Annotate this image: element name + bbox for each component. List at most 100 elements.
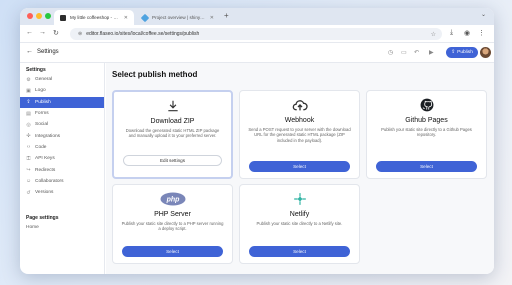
sidebar-item-publish[interactable]: ⇪ Publish — [20, 96, 104, 108]
key-icon: ⚿ — [26, 155, 31, 162]
sidebar-item-code[interactable]: ‹› Code — [20, 142, 104, 153]
gear-icon: ⚙ — [26, 76, 31, 83]
browser-tab-active[interactable]: My little coffeeshop - Pinegrow ✕ — [54, 10, 134, 25]
card-description: Publish your static site directly to a G… — [381, 127, 472, 138]
select-github-pages-button[interactable]: Select — [376, 161, 477, 172]
tab-strip: My little coffeeshop - Pinegrow ✕ Projec… — [20, 8, 494, 25]
image-icon: ▣ — [26, 87, 31, 94]
php-icon: php — [113, 192, 232, 206]
card-description: Send a POST request to your server with … — [248, 127, 351, 143]
select-netlify-button[interactable]: Select — [249, 246, 350, 257]
undo-icon[interactable]: ↶ — [414, 49, 419, 56]
main-content: Select publish method Download ZIP Downlo… — [106, 63, 494, 274]
publish-method-card-github-pages[interactable]: Github Pages Publish your static site dir… — [366, 90, 487, 179]
new-tab-icon[interactable]: + — [224, 11, 229, 20]
publish-icon: ⇪ — [451, 50, 456, 55]
sidebar-item-redirects[interactable]: ↪ Redirects — [20, 164, 104, 175]
avatar[interactable] — [480, 47, 491, 58]
close-tab-icon[interactable]: ✕ — [210, 15, 214, 21]
preview-play-icon[interactable]: ▶ — [429, 49, 434, 56]
svg-text:php: php — [165, 197, 180, 204]
url-text: editor.flaseo.io/sites/local/coffee.se/s… — [86, 31, 200, 37]
card-description: Download the generated static HTML ZIP p… — [125, 128, 220, 139]
code-icon: ‹› — [26, 144, 31, 151]
settings-sidebar: Settings ⚙ General ▣ Logo ⇪ Publish ▤ Forms ◎ Soc… — [20, 63, 105, 274]
download-icon — [114, 99, 231, 113]
browser-window: My little coffeeshop - Pinegrow ✕ Projec… — [20, 8, 494, 274]
download-icon[interactable]: ⤓ — [450, 29, 453, 37]
card-title: Github Pages — [405, 117, 448, 124]
sidebar-item-label: Forms — [35, 111, 49, 117]
edit-settings-button[interactable]: Edit settings — [123, 155, 222, 166]
site-info-icon[interactable]: ⊜ — [78, 31, 82, 37]
device-icon[interactable]: ▭ — [401, 49, 407, 56]
cloud-upload-icon — [240, 98, 359, 112]
sidebar-item-label: Redirects — [35, 167, 56, 173]
sidebar-item-label: API Keys — [35, 156, 55, 162]
history-icon: ↺ — [26, 189, 31, 196]
publish-method-card-webhook[interactable]: Webhook Send a POST request to your serve… — [239, 90, 360, 179]
sidebar-item-general[interactable]: ⚙ General — [20, 74, 104, 85]
page-settings-heading: Page settings — [26, 215, 59, 222]
tab-list-chevron-icon[interactable]: ⌄ — [481, 11, 486, 18]
select-webhook-button[interactable]: Select — [249, 161, 350, 172]
sidebar-item-label: Publish — [35, 99, 51, 105]
redirect-icon: ↪ — [26, 167, 31, 174]
browser-tab[interactable]: Project overview | shiny-pool- ✕ — [136, 10, 220, 25]
page-title: Settings — [37, 49, 59, 55]
app-header: ← Settings ◷ ▭ ↶ ▶ ⇪ Publish — [20, 43, 494, 63]
publish-button[interactable]: ⇪ Publish — [446, 47, 478, 58]
sidebar-item-api-keys[interactable]: ⚿ API Keys — [20, 153, 104, 164]
netlify-icon — [240, 192, 359, 206]
tab-title: Project overview | shiny-pool- — [152, 15, 206, 20]
sidebar-item-label: Versions — [35, 190, 54, 196]
users-icon: ☺ — [26, 178, 32, 185]
sidebar-item-versions[interactable]: ↺ Versions — [20, 187, 104, 198]
history-icon[interactable]: ◷ — [388, 49, 393, 56]
maximize-window-button[interactable] — [45, 13, 51, 19]
card-title: Download ZIP — [150, 118, 195, 125]
menu-icon[interactable]: ⋮ — [478, 29, 485, 37]
forward-arrow-icon[interactable]: → — [39, 29, 46, 36]
sidebar-item-label: Code — [35, 144, 47, 150]
publish-method-card-netlify[interactable]: Netlify Publish your static site directly… — [239, 184, 360, 264]
publish-method-card-download-zip[interactable]: Download ZIP Download the generated stati… — [112, 90, 233, 179]
share-icon: ◎ — [26, 121, 31, 128]
github-icon — [367, 98, 486, 112]
select-php-server-button[interactable]: Select — [122, 246, 223, 257]
close-window-button[interactable] — [27, 13, 33, 19]
form-icon: ▤ — [26, 110, 31, 117]
upload-icon: ⇪ — [26, 99, 31, 106]
sidebar-item-collaborators[interactable]: ☺ Collaborators — [20, 176, 104, 187]
card-description: Publish your static site directly to a N… — [256, 221, 343, 226]
address-bar: ← → ↻ ⊜ editor.flaseo.io/sites/local/cof… — [20, 25, 494, 43]
tab-title: My little coffeeshop - Pinegrow — [70, 15, 120, 20]
plug-icon: ✣ — [26, 133, 31, 140]
sidebar-heading: Settings — [26, 67, 46, 73]
sidebar-item-label: Collaborators — [35, 178, 64, 184]
reload-icon[interactable]: ↻ — [53, 29, 59, 37]
sidebar-item-integrations[interactable]: ✣ Integrations — [20, 130, 104, 141]
card-title: Netlify — [289, 211, 310, 218]
card-title: PHP Server — [154, 211, 191, 218]
sidebar-item-label: Social — [35, 122, 49, 128]
sidebar-item-social[interactable]: ◎ Social — [20, 119, 104, 130]
bookmark-star-icon[interactable]: ☆ — [431, 31, 436, 38]
project-favicon-icon — [140, 13, 150, 22]
minimize-window-button[interactable] — [36, 13, 42, 19]
back-arrow-icon[interactable]: ← — [26, 48, 33, 55]
sidebar-item-forms[interactable]: ▤ Forms — [20, 108, 104, 119]
sidebar-item-home[interactable]: Home — [20, 222, 104, 233]
back-arrow-icon[interactable]: ← — [26, 29, 33, 36]
publish-method-card-php-server[interactable]: php PHP Server Publish your static site di… — [112, 184, 233, 264]
card-description: Publish your static site directly to a P… — [121, 221, 224, 232]
url-field[interactable]: ⊜ editor.flaseo.io/sites/local/coffee.se… — [70, 28, 442, 40]
sidebar-item-label: Logo — [35, 88, 46, 94]
pinegrow-favicon-icon — [60, 14, 66, 21]
sidebar-item-logo[interactable]: ▣ Logo — [20, 85, 104, 96]
card-title: Webhook — [284, 117, 315, 124]
sidebar-item-label: General — [35, 77, 53, 83]
profile-icon[interactable]: ◉ — [464, 29, 470, 37]
section-title: Select publish method — [112, 70, 198, 79]
close-tab-icon[interactable]: ✕ — [124, 15, 128, 21]
